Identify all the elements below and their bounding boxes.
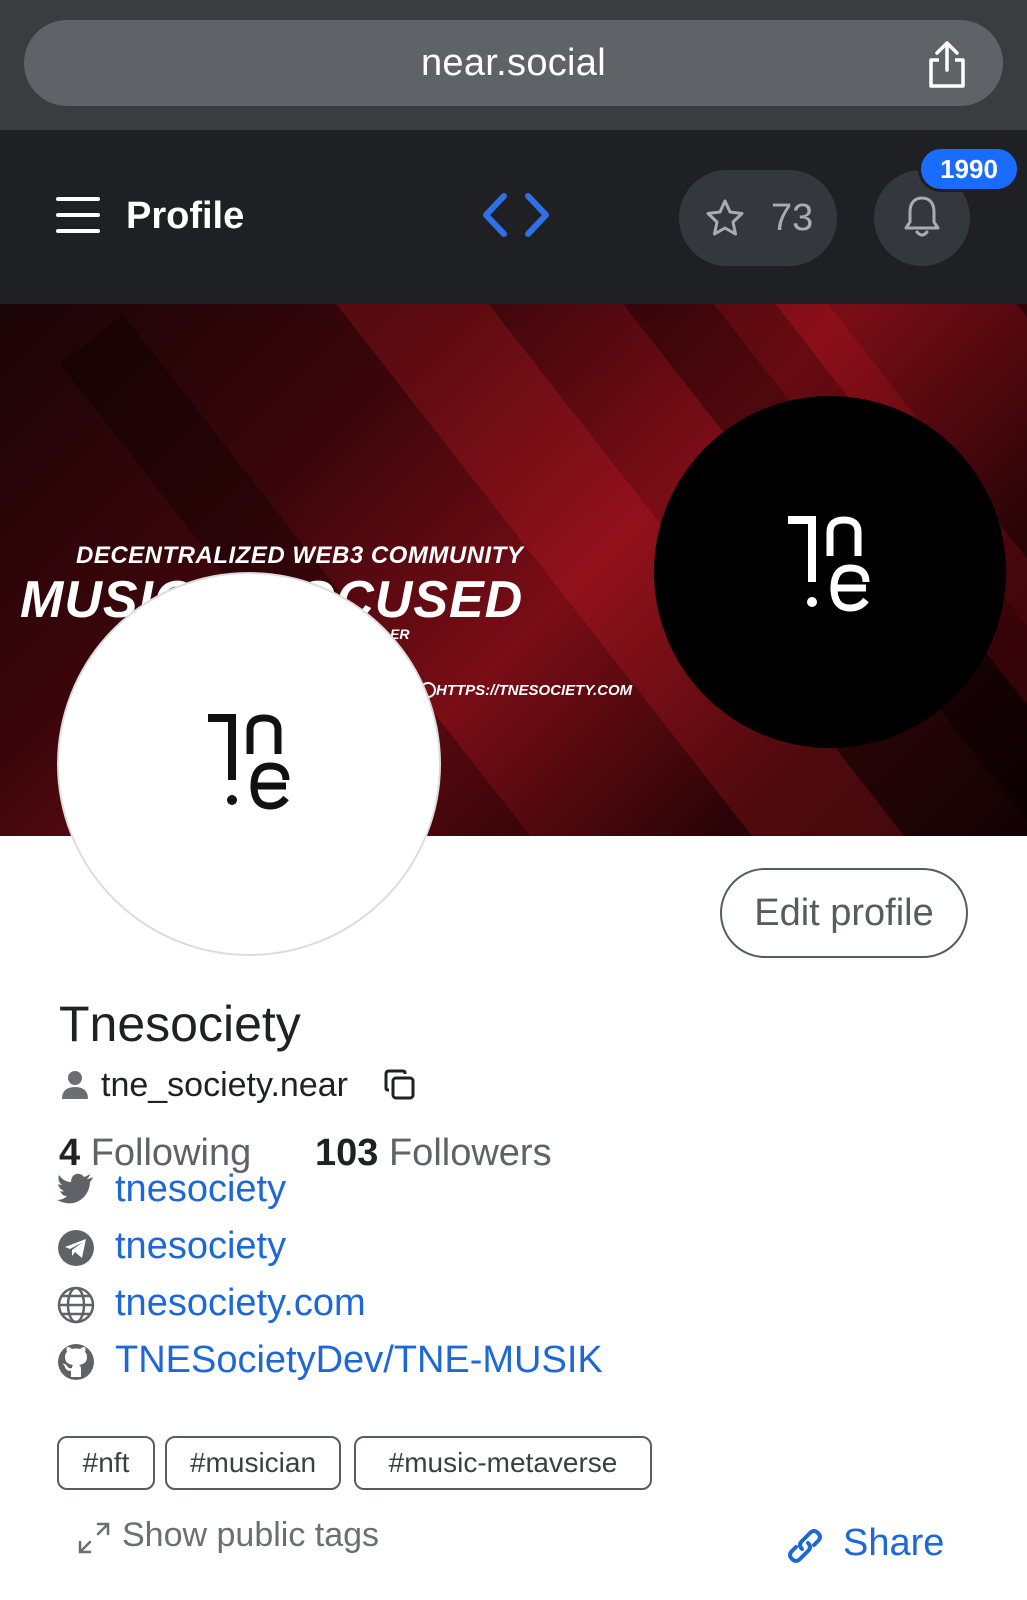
banner-url: HTTPS://TNESOCIETY.COM <box>436 682 633 699</box>
url-text: near.social <box>421 42 606 84</box>
twitter-link[interactable]: tnesociety <box>115 1168 286 1211</box>
followers-link[interactable]: 103 Followers <box>315 1132 552 1175</box>
twitter-icon <box>57 1173 93 1204</box>
app-navbar: Profile 73 1990 <box>0 130 1027 304</box>
notification-badge: 1990 <box>918 146 1020 192</box>
github-icon <box>58 1344 94 1380</box>
show-public-tags-label: Show public tags <box>122 1516 380 1554</box>
link-icon <box>788 1529 822 1563</box>
star-count: 73 <box>771 197 814 239</box>
banner-subtitle: DECENTRALIZED WEB3 COMMUNITY <box>76 542 524 569</box>
telegram-icon <box>58 1230 94 1266</box>
star-icon <box>706 199 744 236</box>
person-icon <box>62 1071 88 1099</box>
address-bar[interactable]: near.social <box>24 20 1003 106</box>
share-icon[interactable] <box>925 40 969 90</box>
profile-name: Tnesociety <box>59 996 301 1052</box>
tne-logo-icon <box>208 714 290 810</box>
profile-avatar <box>57 572 441 956</box>
copy-icon[interactable] <box>383 1068 417 1102</box>
account-id: tne_society.near <box>101 1066 348 1104</box>
globe-icon <box>57 1286 95 1324</box>
tag-chip[interactable]: #nft <box>57 1436 155 1490</box>
page-title: Profile <box>126 195 245 237</box>
edit-profile-button[interactable]: Edit profile <box>720 868 968 958</box>
banner-logo <box>654 396 1006 748</box>
menu-icon[interactable] <box>56 197 100 233</box>
telegram-link[interactable]: tnesociety <box>115 1225 286 1268</box>
bell-icon <box>904 196 940 237</box>
expand-icon <box>78 1522 110 1554</box>
share-label: Share <box>843 1522 945 1564</box>
browser-bar: near.social <box>0 0 1027 130</box>
tag-chip[interactable]: #musician <box>165 1436 341 1490</box>
tag-chip[interactable]: #music-metaverse <box>354 1436 652 1490</box>
star-button[interactable]: 73 <box>679 170 837 266</box>
github-link[interactable]: TNESocietyDev/TNE-MUSIK <box>115 1339 603 1382</box>
tne-logo-icon <box>788 516 870 612</box>
followers-label: Followers <box>388 1132 552 1174</box>
website-link[interactable]: tnesociety.com <box>115 1282 366 1325</box>
following-count: 4 <box>59 1132 81 1174</box>
followers-count: 103 <box>315 1132 379 1174</box>
code-icon[interactable] <box>480 192 552 238</box>
